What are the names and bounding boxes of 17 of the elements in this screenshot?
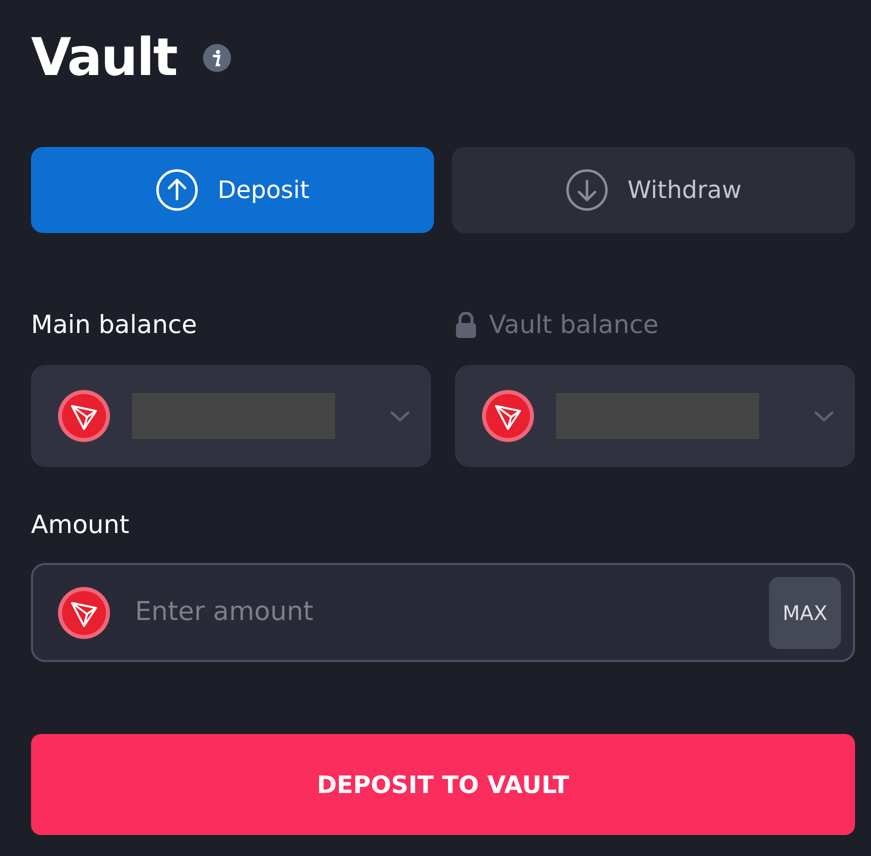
chevron-down-icon — [813, 410, 835, 422]
currency-dropdown[interactable] — [455, 365, 855, 467]
amount-input[interactable]: Enter amount MAX — [31, 563, 855, 662]
coin-icon — [57, 389, 111, 443]
tab[interactable]: Withdraw — [452, 147, 855, 233]
deposit-button[interactable]: DEPOSIT TO VAULT — [31, 734, 855, 835]
field-label: Amount — [31, 509, 130, 541]
info-icon[interactable] — [202, 44, 231, 72]
tab[interactable]: Deposit — [31, 147, 434, 233]
coin-icon — [481, 389, 535, 443]
coin-icon — [57, 586, 111, 640]
chevron-down-icon — [389, 410, 411, 422]
max-button[interactable]: MAX — [769, 576, 841, 648]
page-title: Vault — [31, 32, 177, 84]
field-label: Vault balance — [489, 309, 658, 342]
field-label: Main balance — [31, 309, 198, 342]
currency-dropdown[interactable] — [31, 365, 431, 467]
